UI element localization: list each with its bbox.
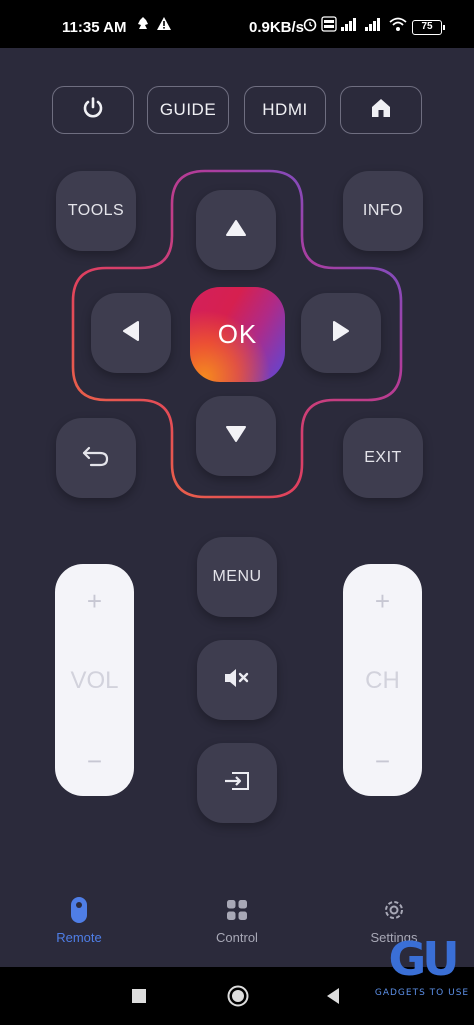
ok-button[interactable]: OK: [190, 287, 285, 382]
mute-icon: [223, 667, 251, 694]
back-icon: [81, 444, 111, 473]
arrow-down-icon: [225, 425, 247, 448]
nav-tab-control-label: Control: [216, 930, 258, 945]
watermark-logo: GU GADGETS TO USE: [372, 930, 472, 1004]
volume-up-button[interactable]: +: [87, 588, 102, 614]
arrow-up-icon: [225, 219, 247, 242]
nav-tab-control[interactable]: Control: [177, 896, 297, 945]
arrow-left-icon: [122, 320, 140, 347]
input-source-button[interactable]: [197, 743, 277, 823]
gear-icon: [334, 896, 454, 924]
arrow-right-icon: [332, 320, 350, 347]
input-source-icon: [222, 770, 252, 797]
volume-down-button[interactable]: −: [87, 748, 102, 774]
channel-label: CH: [365, 667, 400, 694]
info-button[interactable]: INFO: [343, 171, 423, 251]
exit-button[interactable]: EXIT: [343, 418, 423, 498]
volume-rocker[interactable]: + VOL −: [55, 564, 134, 796]
remote-icon: [19, 896, 139, 924]
menu-button[interactable]: MENU: [197, 537, 277, 617]
watermark-mark: GU: [388, 932, 459, 986]
volume-label: VOL: [70, 667, 119, 694]
grid-icon: [177, 896, 297, 924]
back-nav-icon[interactable]: [325, 987, 341, 1010]
nav-tab-remote-label: Remote: [56, 930, 102, 945]
mute-button[interactable]: [197, 640, 277, 720]
tools-button[interactable]: TOOLS: [56, 171, 136, 251]
watermark-text: GADGETS TO USE: [374, 988, 470, 998]
back-button[interactable]: [56, 418, 136, 498]
nav-tab-remote[interactable]: Remote: [19, 896, 139, 945]
recents-icon[interactable]: [131, 988, 147, 1009]
channel-down-button[interactable]: −: [375, 748, 390, 774]
dpad-right-button[interactable]: [301, 293, 381, 373]
dpad-up-button[interactable]: [196, 190, 276, 270]
dpad-down-button[interactable]: [196, 396, 276, 476]
home-nav-icon[interactable]: [226, 984, 250, 1013]
channel-rocker[interactable]: + CH −: [343, 564, 422, 796]
channel-up-button[interactable]: +: [375, 588, 390, 614]
dpad-left-button[interactable]: [91, 293, 171, 373]
